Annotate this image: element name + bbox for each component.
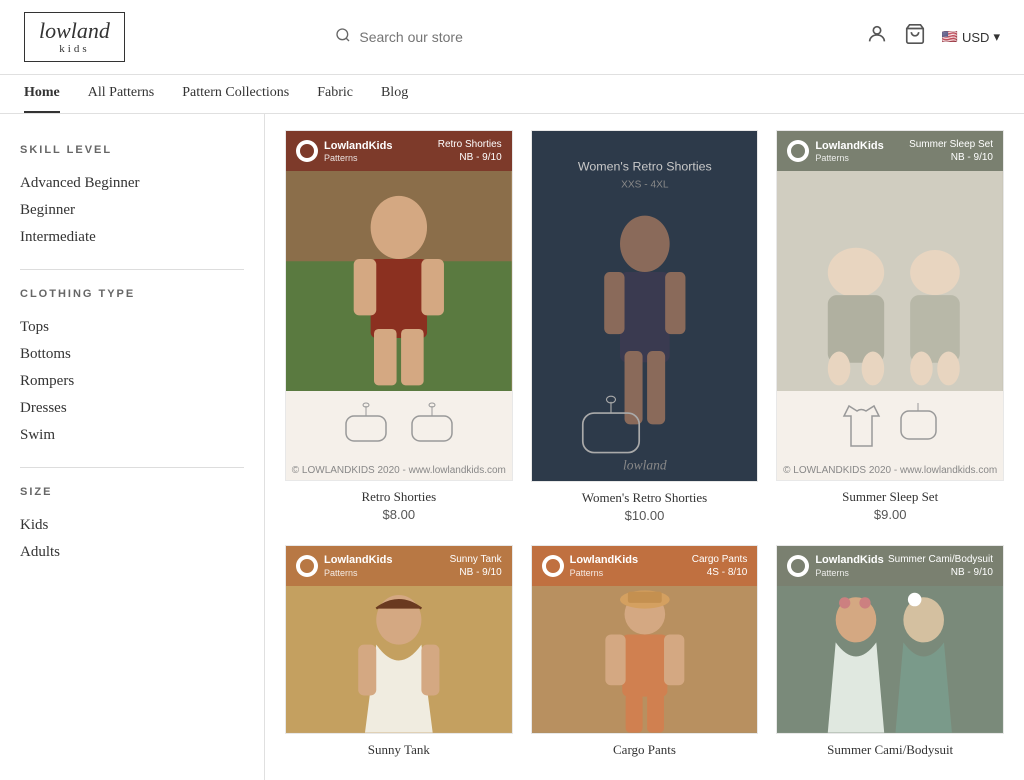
- logo-sub: kids: [39, 43, 110, 55]
- product-card-summer-sleep-set[interactable]: LowlandKids Patterns Summer Sleep Set NB…: [776, 130, 1004, 527]
- product-banner-4: LowlandKids Patterns Sunny Tank NB - 9/1…: [286, 546, 512, 586]
- pattern-label-6: Summer Cami/Bodysuit NB - 9/10: [888, 553, 993, 579]
- product-title-2: Women's Retro Shorties: [535, 490, 755, 506]
- brand-sub-6: Patterns: [815, 568, 883, 578]
- search-bar: [335, 27, 655, 48]
- product-card-cargo-pants[interactable]: LowlandKids Patterns Cargo Pants 4S - 8/…: [531, 545, 759, 764]
- product-card-summer-cami[interactable]: LowlandKids Patterns Summer Cami/Bodysui…: [776, 545, 1004, 764]
- filter-advanced-beginner[interactable]: Advanced Beginner: [20, 170, 244, 197]
- clothing-type-title: CLOTHING TYPE: [20, 288, 244, 300]
- brand-name-3: LowlandKids: [815, 140, 883, 153]
- pattern-label-4: Sunny Tank NB - 9/10: [450, 553, 502, 579]
- cart-icon[interactable]: [904, 23, 926, 51]
- nav-all-patterns[interactable]: All Patterns: [88, 85, 155, 113]
- sidebar: SKILL LEVEL Advanced Beginner Beginner I…: [0, 114, 265, 779]
- filter-rompers[interactable]: Rompers: [20, 368, 244, 395]
- product-card-sunny-tank[interactable]: LowlandKids Patterns Sunny Tank NB - 9/1…: [285, 545, 513, 764]
- search-input[interactable]: [359, 29, 655, 45]
- filter-dresses[interactable]: Dresses: [20, 395, 244, 422]
- svg-text:lowland: lowland: [623, 458, 667, 473]
- copyright-1: © LOWLANDKIDS 2020 - www.lowlandkids.com: [286, 461, 512, 480]
- currency-selector[interactable]: 🇺🇸 USD ▾: [942, 29, 1000, 45]
- product-image-5: [532, 586, 758, 733]
- filter-intermediate[interactable]: Intermediate: [20, 224, 244, 251]
- product-info-1: Retro Shorties $8.00: [285, 481, 513, 526]
- brand-sub-4: Patterns: [324, 568, 392, 578]
- filter-beginner[interactable]: Beginner: [20, 197, 244, 224]
- chevron-down-icon: ▾: [993, 29, 1000, 45]
- copyright-3: © LOWLANDKIDS 2020 - www.lowlandkids.com: [777, 461, 1003, 480]
- product-banner-5: LowlandKids Patterns Cargo Pants 4S - 8/…: [532, 546, 758, 586]
- logo[interactable]: lowland kids: [24, 12, 125, 62]
- svg-text:Women's Retro Shorties: Women's Retro Shorties: [578, 160, 712, 174]
- brand-sub-5: Patterns: [570, 568, 638, 578]
- product-title-6: Summer Cami/Bodysuit: [780, 742, 1000, 758]
- filter-tops[interactable]: Tops: [20, 314, 244, 341]
- nav-pattern-collections[interactable]: Pattern Collections: [182, 85, 289, 113]
- product-banner-6: LowlandKids Patterns Summer Cami/Bodysui…: [777, 546, 1003, 586]
- product-banner-1: LowlandKids Patterns Retro Shorties NB -…: [286, 131, 512, 171]
- header-icons: 🇺🇸 USD ▾: [866, 23, 1000, 51]
- pattern-label-5: Cargo Pants 4S - 8/10: [692, 553, 748, 579]
- main-nav: Home All Patterns Pattern Collections Fa…: [0, 75, 1024, 114]
- currency-label: USD: [962, 30, 989, 45]
- size-title: SIZE: [20, 486, 244, 498]
- product-info-5: Cargo Pants: [531, 734, 759, 764]
- nav-blog[interactable]: Blog: [381, 85, 408, 113]
- product-image-3: [777, 171, 1003, 391]
- divider-2: [20, 467, 244, 468]
- svg-text:XXS - 4XL: XXS - 4XL: [621, 180, 669, 191]
- brand-sub-1: Patterns: [324, 153, 392, 163]
- filter-adults[interactable]: Adults: [20, 539, 244, 566]
- product-info-3: Summer Sleep Set $9.00: [776, 481, 1004, 526]
- product-price-3: $9.00: [780, 507, 1000, 522]
- pattern-sketch-1: [286, 391, 512, 461]
- product-info-6: Summer Cami/Bodysuit: [776, 734, 1004, 764]
- product-image-4: [286, 586, 512, 733]
- brand-name-5: LowlandKids: [570, 554, 638, 567]
- product-card-womens-retro-shorties[interactable]: Women's Retro Shorties XXS - 4XL: [531, 130, 759, 527]
- product-title-4: Sunny Tank: [289, 742, 509, 758]
- product-banner-3: LowlandKids Patterns Summer Sleep Set NB…: [777, 131, 1003, 171]
- skill-level-title: SKILL LEVEL: [20, 144, 244, 156]
- divider-1: [20, 269, 244, 270]
- logo-text: lowland: [39, 18, 110, 43]
- search-icon: [335, 27, 351, 48]
- product-image-2: Women's Retro Shorties XXS - 4XL: [532, 131, 758, 481]
- product-price-1: $8.00: [289, 507, 509, 522]
- product-info-4: Sunny Tank: [285, 734, 513, 764]
- product-title-1: Retro Shorties: [289, 489, 509, 505]
- products-grid: LowlandKids Patterns Retro Shorties NB -…: [285, 130, 1004, 763]
- product-info-2: Women's Retro Shorties $10.00: [531, 482, 759, 527]
- product-title-5: Cargo Pants: [535, 742, 755, 758]
- nav-home[interactable]: Home: [24, 85, 60, 113]
- pattern-sketch-3: [777, 391, 1003, 461]
- product-image-6: [777, 586, 1003, 733]
- account-icon[interactable]: [866, 23, 888, 51]
- product-price-2: $10.00: [535, 508, 755, 523]
- pattern-label-1: Retro Shorties NB - 9/10: [438, 138, 502, 164]
- product-card-retro-shorties[interactable]: LowlandKids Patterns Retro Shorties NB -…: [285, 130, 513, 527]
- nav-fabric[interactable]: Fabric: [317, 85, 353, 113]
- brand-name-1: LowlandKids: [324, 140, 392, 153]
- brand-sub-3: Patterns: [815, 153, 883, 163]
- pattern-label-3: Summer Sleep Set NB - 9/10: [909, 138, 993, 164]
- main-container: SKILL LEVEL Advanced Beginner Beginner I…: [0, 114, 1024, 779]
- product-image-1: [286, 171, 512, 391]
- filter-swim[interactable]: Swim: [20, 422, 244, 449]
- header: lowland kids 🇺🇸 USD ▾: [0, 0, 1024, 75]
- filter-kids[interactable]: Kids: [20, 512, 244, 539]
- brand-name-4: LowlandKids: [324, 554, 392, 567]
- products-area: LowlandKids Patterns Retro Shorties NB -…: [265, 114, 1024, 779]
- brand-name-6: LowlandKids: [815, 554, 883, 567]
- filter-bottoms[interactable]: Bottoms: [20, 341, 244, 368]
- product-title-3: Summer Sleep Set: [780, 489, 1000, 505]
- flag-icon: 🇺🇸: [942, 29, 958, 45]
